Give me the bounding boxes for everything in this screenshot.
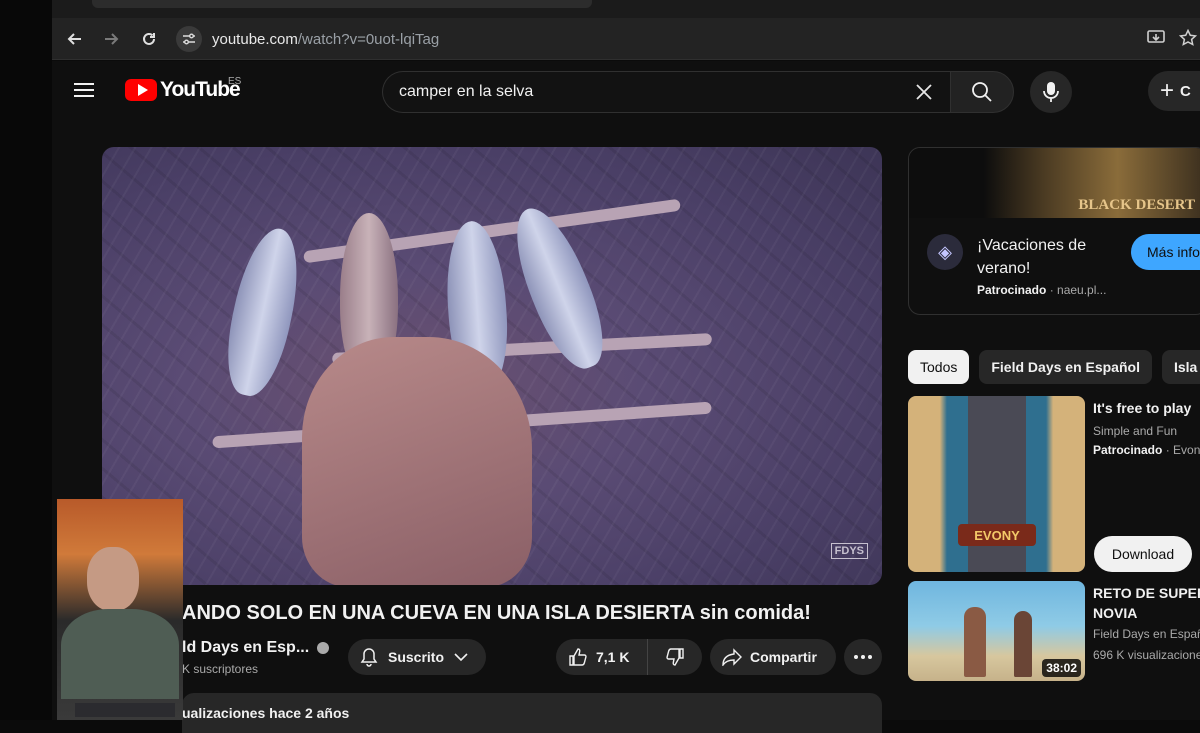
like-dislike-group: 7,1 K (556, 639, 702, 675)
voice-search-button[interactable] (1030, 71, 1072, 113)
webcam-overlay (57, 499, 183, 720)
youtube-page: YouTube ES camper en la selva + C FDYS A… (52, 61, 1200, 733)
reload-icon[interactable] (136, 26, 162, 52)
bell-icon (360, 648, 378, 667)
like-button[interactable]: 7,1 K (556, 639, 648, 675)
recommendation-channel: Field Days en Español (1093, 627, 1200, 641)
chevron-down-icon (454, 653, 468, 662)
browser-toolbar: youtube.com/watch?v=0uot-lqiTag (52, 18, 1200, 60)
recommendation-title[interactable]: It's free to play (1093, 398, 1200, 418)
ad-more-info-button[interactable]: Más info (1131, 234, 1200, 270)
install-app-icon[interactable] (1144, 26, 1168, 50)
search-bar: camper en la selva (382, 71, 1014, 113)
keyboard (75, 703, 175, 717)
ad-title[interactable]: ¡Vacaciones de verano! (977, 234, 1117, 280)
masthead: YouTube ES camper en la selva + C (52, 61, 1200, 123)
download-button[interactable]: Download (1094, 536, 1192, 572)
thumbs-up-icon (569, 648, 587, 666)
microphone-icon (1043, 82, 1059, 102)
browser-tab[interactable] (92, 0, 592, 8)
recommendation-subtitle: Simple and Fun (1093, 424, 1178, 438)
plus-icon: + (1160, 77, 1175, 104)
chip-isla[interactable]: Isla (1161, 350, 1200, 384)
browser-tabbar (52, 0, 1200, 18)
hand (302, 337, 532, 585)
more-horizontal-icon (854, 655, 872, 659)
address-bar[interactable]: youtube.com/watch?v=0uot-lqiTag (176, 23, 1176, 55)
forward-icon[interactable] (98, 26, 124, 52)
description-box[interactable]: ualizaciones hace 2 años (182, 693, 882, 733)
recommendation-ad[interactable]: EVONY It's free to play Simple and Fun P… (908, 396, 1200, 572)
subscriber-count: K suscriptores (182, 662, 259, 676)
dislike-button[interactable] (648, 639, 702, 675)
related-filter-chips: Todos Field Days en Español Isla (908, 350, 1200, 384)
video-player[interactable]: FDYS (102, 147, 882, 585)
share-icon (722, 648, 742, 666)
recommendation-title[interactable]: RETO DE SUPER MI NOVIA (1093, 583, 1200, 623)
back-icon[interactable] (62, 26, 88, 52)
video-duration: 38:02 (1042, 659, 1081, 677)
thumbs-down-icon (666, 648, 684, 666)
video-title: ANDO SOLO EN UNA CUEVA EN UNA ISLA DESIE… (182, 602, 811, 624)
ad-brand-logo: BLACK DESERT (1078, 197, 1195, 213)
url-text: youtube.com/watch?v=0uot-lqiTag (212, 30, 440, 48)
chip-channel[interactable]: Field Days en Español (979, 350, 1152, 384)
chip-all[interactable]: Todos (908, 350, 970, 384)
menu-icon[interactable] (74, 79, 102, 105)
share-button[interactable]: Compartir (710, 639, 836, 675)
screen: youtube.com/watch?v=0uot-lqiTag YouTube … (0, 0, 1200, 733)
ad-advertiser-icon: ◈ (927, 234, 963, 270)
recommendation-video[interactable]: 38:02 RETO DE SUPER MI NOVIA Field Days … (908, 581, 1200, 681)
recommendation-thumbnail[interactable]: EVONY (908, 396, 1085, 572)
evony-logo: EVONY (958, 524, 1036, 546)
country-code: ES (228, 76, 242, 87)
recommendation-views: 696 K visualizaciones (1093, 648, 1200, 662)
youtube-logo[interactable]: YouTube ES (125, 76, 242, 102)
recommendation-thumbnail[interactable]: 38:02 (908, 581, 1085, 681)
more-actions-button[interactable] (844, 639, 882, 675)
bookmark-star-icon[interactable] (1176, 26, 1200, 50)
desktop-edge (0, 0, 52, 720)
clear-search-icon[interactable] (912, 80, 936, 104)
verified-icon (317, 642, 330, 654)
recommendation-sponsor: Patrocinado · Evony (1093, 443, 1200, 457)
search-icon (972, 82, 992, 102)
create-button[interactable]: + C (1148, 71, 1200, 111)
search-button[interactable] (950, 71, 1014, 113)
site-settings-icon[interactable] (176, 26, 202, 52)
youtube-play-icon (125, 79, 157, 101)
ad-sponsored-line: Patrocinado · naeu.pl... (977, 283, 1107, 297)
channel-info[interactable]: ld Days en Esp... K suscriptores (182, 639, 330, 676)
ad-banner[interactable]: BLACK DESERT (909, 148, 1200, 218)
channel-watermark: FDYS (830, 543, 868, 559)
sponsored-ad-card[interactable]: BLACK DESERT ◈ ¡Vacaciones de verano! Pa… (908, 147, 1200, 315)
subscribed-button[interactable]: Suscrito (348, 639, 486, 675)
channel-name[interactable]: ld Days en Esp... (182, 639, 309, 657)
search-input[interactable]: camper en la selva (382, 71, 950, 113)
